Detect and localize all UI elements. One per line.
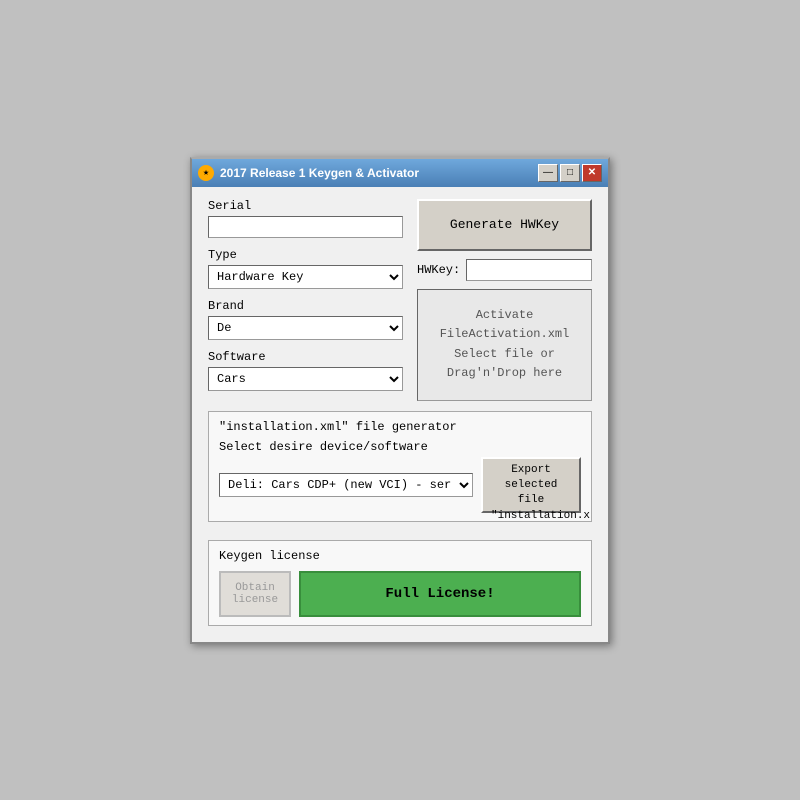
activate-text: Activate FileActivation.xml Select file … xyxy=(426,306,583,383)
keygen-row: Obtain license Full License! xyxy=(219,571,581,617)
software-label: Software xyxy=(208,350,403,364)
minimize-button[interactable]: — xyxy=(538,164,558,182)
generate-hwkey-button[interactable]: Generate HWKey xyxy=(417,199,592,251)
hwkey-row: HWKey: xyxy=(417,259,592,281)
type-group: Type Hardware Key Software Key xyxy=(208,248,403,289)
full-license-button[interactable]: Full License! xyxy=(299,571,581,617)
obtain-license-button[interactable]: Obtain license xyxy=(219,571,291,617)
export-button[interactable]: Export selected file "installation.x xyxy=(481,457,581,513)
software-select[interactable]: Cars Trucks Both xyxy=(208,367,403,391)
hwkey-label: HWKey: xyxy=(417,263,460,277)
type-label: Type xyxy=(208,248,403,262)
xml-section-title: "installation.xml" file generator xyxy=(219,420,581,434)
title-bar-left: ★ 2017 Release 1 Keygen & Activator xyxy=(198,165,419,181)
type-select[interactable]: Hardware Key Software Key xyxy=(208,265,403,289)
main-window: ★ 2017 Release 1 Keygen & Activator — □ … xyxy=(190,157,610,644)
xml-select-label: Select desire device/software xyxy=(219,440,581,454)
close-button[interactable]: ✕ xyxy=(582,164,602,182)
serial-label: Serial xyxy=(208,199,403,213)
title-buttons: — □ ✕ xyxy=(538,164,602,182)
xml-section: "installation.xml" file generator Select… xyxy=(208,411,592,522)
brand-group: Brand De Delphi Autocom xyxy=(208,299,403,340)
activate-line2: Select file or Drag'n'Drop here xyxy=(447,347,562,380)
maximize-button[interactable]: □ xyxy=(560,164,580,182)
window-body: Serial Type Hardware Key Software Key Br… xyxy=(192,187,608,642)
brand-label: Brand xyxy=(208,299,403,313)
window-title: 2017 Release 1 Keygen & Activator xyxy=(220,166,419,180)
main-section: Serial Type Hardware Key Software Key Br… xyxy=(208,199,592,401)
software-group: Software Cars Trucks Both xyxy=(208,350,403,391)
activate-box[interactable]: Activate FileActivation.xml Select file … xyxy=(417,289,592,401)
serial-input[interactable] xyxy=(208,216,403,238)
device-select[interactable]: Deli: Cars CDP+ (new VCI) - serial numbe… xyxy=(219,473,473,497)
right-panel: Generate HWKey HWKey: Activate FileActiv… xyxy=(417,199,592,401)
activate-line1: Activate FileActivation.xml xyxy=(440,308,570,341)
xml-row: Deli: Cars CDP+ (new VCI) - serial numbe… xyxy=(219,457,581,513)
left-panel: Serial Type Hardware Key Software Key Br… xyxy=(208,199,403,401)
xml-select-wrapper: Deli: Cars CDP+ (new VCI) - serial numbe… xyxy=(219,473,473,497)
keygen-title: Keygen license xyxy=(219,549,581,563)
app-icon: ★ xyxy=(198,165,214,181)
brand-select[interactable]: De Delphi Autocom xyxy=(208,316,403,340)
title-bar: ★ 2017 Release 1 Keygen & Activator — □ … xyxy=(192,159,608,187)
serial-group: Serial xyxy=(208,199,403,238)
keygen-section: Keygen license Obtain license Full Licen… xyxy=(208,540,592,626)
hwkey-input[interactable] xyxy=(466,259,592,281)
